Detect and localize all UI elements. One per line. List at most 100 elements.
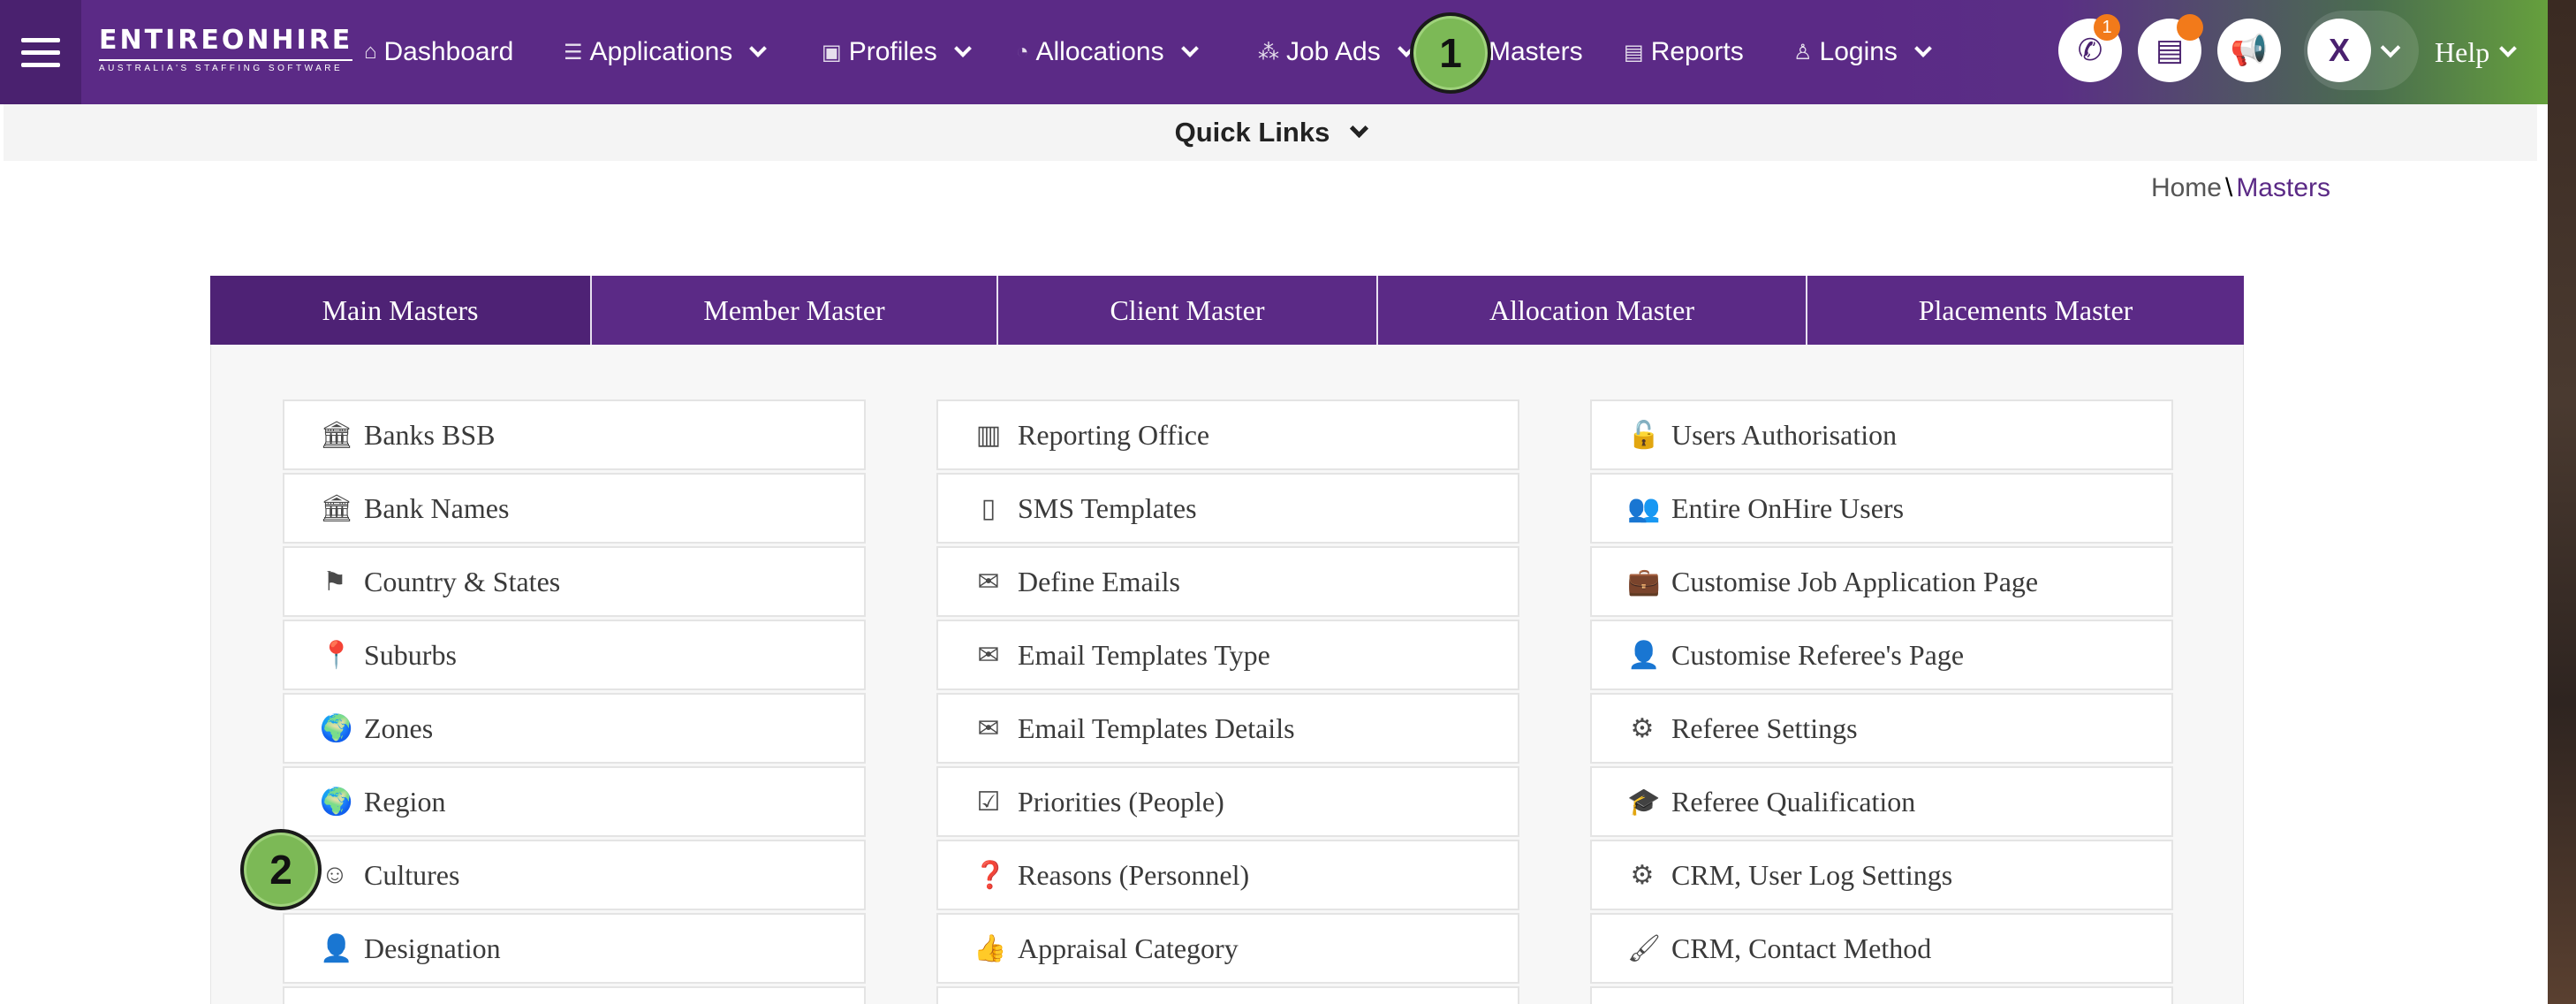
logo-tagline: AUSTRALIA'S STAFFING SOFTWARE — [99, 59, 353, 73]
chevron-down-icon — [749, 40, 768, 57]
master-link-reasons-personnel[interactable]: ❓ Reasons (Personnel) — [936, 840, 1519, 910]
nav-logins[interactable]: ♙ Logins — [1793, 0, 1932, 104]
master-link-sms-templates[interactable]: ▯ SMS Templates — [936, 473, 1519, 544]
nav-reports[interactable]: ▤ Reports — [1624, 0, 1744, 104]
master-link-referee-qualification[interactable]: 🎓 Referee Qualification — [1590, 766, 2173, 837]
nav-allocations[interactable]: ◔ Allocations — [1016, 0, 1199, 104]
list-icon: ☰ — [564, 40, 583, 65]
megaphone-icon: 📢 — [2230, 34, 2269, 67]
chevron-down-icon — [1914, 40, 1932, 57]
chevron-down-icon — [1180, 40, 1199, 57]
document-icon: ▤ — [2155, 34, 2185, 67]
quick-links-label: Quick Links — [1174, 117, 1330, 148]
bank-icon: 🏛 — [320, 493, 354, 523]
hamburger-menu-icon[interactable] — [0, 0, 81, 104]
master-link-label: Zones — [364, 711, 434, 744]
nav-profiles-label: Profiles — [848, 37, 937, 66]
master-link-label: Email Templates Details — [1018, 711, 1295, 744]
nav-reports-label: Reports — [1650, 37, 1744, 66]
master-link-banks-bsb[interactable]: 🏛 Banks BSB — [283, 399, 866, 470]
nav-profiles[interactable]: ▣ Profiles — [822, 0, 972, 104]
master-link-reporting-office[interactable]: ▥ Reporting Office — [936, 399, 1519, 470]
step-marker-1: 1 — [1410, 12, 1491, 94]
master-link-label: Designation — [364, 932, 501, 964]
graduation-cap-icon: 🎓 — [1627, 787, 1661, 817]
nav-applications-label: Applications — [589, 37, 733, 66]
master-link-email-templates-type[interactable]: ✉ Email Templates Type — [936, 620, 1519, 690]
master-link-customise-job-application-page[interactable]: 💼 Customise Job Application Page — [1590, 546, 2173, 617]
cogs-icon: ⚙ — [1630, 713, 1655, 743]
check-square-icon: ☑ — [976, 787, 1001, 817]
help-menu[interactable]: Help — [2435, 0, 2518, 104]
announcements-button[interactable]: 📢 — [2217, 19, 2281, 82]
master-link-label: Users Authorisation — [1671, 418, 1898, 451]
building-icon: ▥ — [975, 420, 1002, 450]
master-link-appraisal-category[interactable]: 👍 Appraisal Category — [936, 913, 1519, 984]
master-link-priorities-people[interactable]: ☑ Priorities (People) — [936, 766, 1519, 837]
master-link-label: Country & States — [364, 565, 561, 597]
master-link-label: Cultures — [364, 858, 460, 891]
users-icon: 👥 — [1627, 493, 1661, 523]
chevron-down-icon — [953, 40, 972, 57]
nav-job-ads[interactable]: ⁂ Job Ads — [1258, 0, 1415, 104]
phone-notification-badge: 1 — [2094, 14, 2120, 41]
user-plus-icon: 👤 — [1627, 640, 1661, 670]
user-avatar[interactable]: X — [2307, 19, 2371, 82]
master-link-entire-onhire-users[interactable]: 👥 Entire OnHire Users — [1590, 473, 2173, 544]
step-marker-2: 2 — [240, 829, 322, 910]
master-link-label: Referee Qualification — [1671, 785, 1916, 818]
master-link-partial[interactable] — [283, 986, 866, 1004]
master-link-bank-names[interactable]: 🏛 Bank Names — [283, 473, 866, 544]
quick-links-toggle[interactable]: Quick Links — [4, 104, 2537, 161]
masters-tabs: Main Masters Member Master Client Master… — [210, 276, 2244, 345]
master-link-label: Referee Settings — [1671, 711, 1858, 744]
master-link-label: Banks BSB — [364, 418, 496, 451]
bank-icon: 🏛 — [320, 420, 354, 450]
master-link-partial[interactable] — [936, 986, 1519, 1004]
master-link-label: Appraisal Category — [1018, 932, 1239, 964]
question-circle-icon: ❓ — [974, 860, 1007, 890]
app-logo[interactable]: ENTIREONHIRE AUSTRALIA'S STAFFING SOFTWA… — [99, 25, 353, 73]
report-icon: ▤ — [1624, 40, 1644, 65]
master-link-label: Define Emails — [1018, 565, 1180, 597]
nav-masters-label: Masters — [1488, 37, 1583, 66]
master-link-users-authorisation[interactable]: 🔓 Users Authorisation — [1590, 399, 2173, 470]
master-link-crm-contact-method[interactable]: 🖌 CRM, Contact Method — [1590, 913, 2173, 984]
master-link-country-states[interactable]: ⚑ Country & States — [283, 546, 866, 617]
master-link-region[interactable]: 🌍 Region — [283, 766, 866, 837]
home-icon: ⌂ — [364, 40, 377, 64]
nav-allocations-label: Allocations — [1035, 37, 1164, 66]
master-link-partial[interactable] — [1590, 986, 2173, 1004]
paint-brush-icon: 🖌 — [1627, 933, 1662, 963]
nav-dashboard[interactable]: ⌂ Dashboard — [364, 0, 513, 104]
unlock-icon: 🔓 — [1627, 420, 1661, 450]
master-link-define-emails[interactable]: ✉ Define Emails — [936, 546, 1519, 617]
tab-member-master[interactable]: Member Master — [592, 276, 998, 345]
master-link-label: CRM, User Log Settings — [1671, 858, 1953, 891]
breadcrumb-home[interactable]: Home — [2151, 173, 2222, 202]
nav-applications[interactable]: ☰ Applications — [564, 0, 768, 104]
master-link-referee-settings[interactable]: ⚙ Referee Settings — [1590, 693, 2173, 764]
master-link-cultures[interactable]: ☺ Cultures — [283, 840, 866, 910]
master-link-customise-referees-page[interactable]: 👤 Customise Referee's Page — [1590, 620, 2173, 690]
breadcrumb-current: Masters — [2236, 173, 2330, 202]
masters-column-1: 🏛 Banks BSB 🏛 Bank Names ⚑ Country & States… — [283, 399, 866, 1004]
master-link-label: Priorities (People) — [1018, 785, 1224, 818]
master-link-label: CRM, Contact Method — [1671, 932, 1932, 964]
master-link-label: Customise Referee's Page — [1671, 638, 1965, 671]
master-link-label: Email Templates Type — [1018, 638, 1270, 671]
master-link-crm-user-log-settings[interactable]: ⚙ CRM, User Log Settings — [1590, 840, 2173, 910]
nav-job-ads-label: Job Ads — [1286, 37, 1381, 66]
flag-icon: ⚑ — [322, 567, 347, 597]
tab-client-master[interactable]: Client Master — [998, 276, 1378, 345]
tab-placements-master[interactable]: Placements Master — [1807, 276, 2244, 345]
help-label: Help — [2435, 35, 2490, 68]
tab-main-masters[interactable]: Main Masters — [210, 276, 592, 345]
master-link-email-templates-details[interactable]: ✉ Email Templates Details — [936, 693, 1519, 764]
master-link-designation[interactable]: 👤 Designation — [283, 913, 866, 984]
tab-allocation-master[interactable]: Allocation Master — [1378, 276, 1807, 345]
user-icon: 👤 — [320, 933, 353, 963]
masters-column-2: ▥ Reporting Office ▯ SMS Templates ✉ Define… — [936, 399, 1519, 1004]
master-link-suburbs[interactable]: 📍 Suburbs — [283, 620, 866, 690]
master-link-zones[interactable]: 🌍 Zones — [283, 693, 866, 764]
